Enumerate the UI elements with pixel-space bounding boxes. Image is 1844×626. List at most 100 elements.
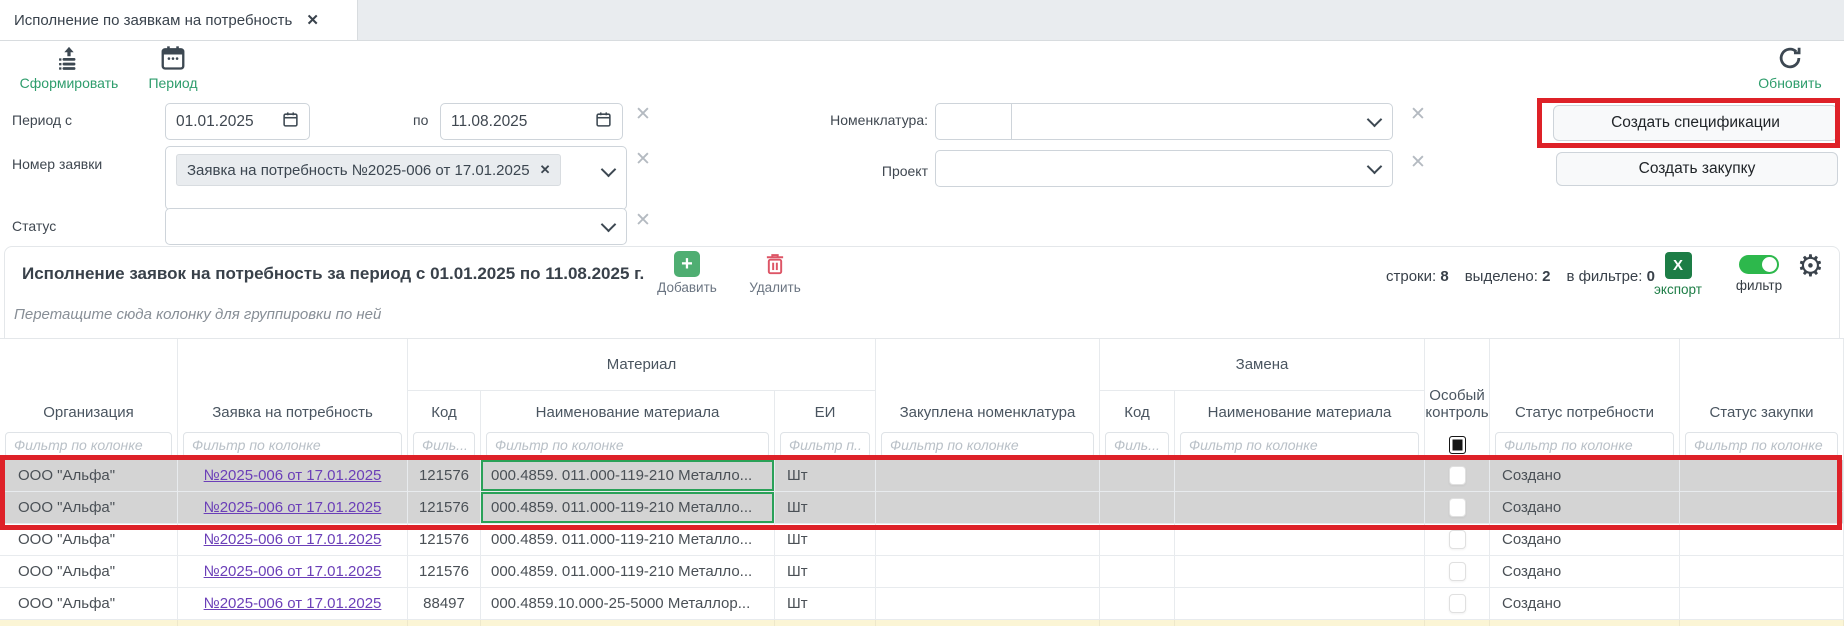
cell-org: ООО "Альфа" (0, 524, 178, 555)
request-chip[interactable]: Заявка на потребность №2025-006 от 17.01… (176, 154, 561, 186)
period-to-input[interactable]: 11.08.2025 (440, 103, 623, 140)
chevron-down-icon[interactable] (1367, 111, 1383, 127)
filter-input-purchased[interactable] (881, 432, 1094, 458)
gear-icon[interactable]: ⚙ (1797, 252, 1824, 282)
toggle-on-icon[interactable] (1739, 255, 1779, 274)
filter-input-unit[interactable] (780, 432, 870, 458)
export-button[interactable]: X экспорт (1645, 252, 1711, 297)
trash-icon (762, 251, 788, 277)
table-row-partial[interactable] (0, 620, 1844, 626)
filter-input-request[interactable] (183, 432, 402, 458)
request-chip-close-icon[interactable]: ✕ (540, 162, 551, 178)
cell-request: №2025-006 от 17.01.2025 (178, 492, 408, 523)
table-row[interactable]: ООО "Альфа" №2025-006 от 17.01.2025 1215… (0, 556, 1844, 588)
request-link[interactable]: №2025-006 от 17.01.2025 (204, 531, 382, 548)
filter-input-need-status[interactable] (1495, 432, 1674, 458)
filter-input-r-material[interactable] (1180, 432, 1419, 458)
create-purchase-button[interactable]: Создать закупку (1556, 152, 1838, 186)
tab-ispolnenie[interactable]: Исполнение по заявкам на потребность ✕ (0, 0, 358, 40)
add-label: Добавить (657, 280, 717, 295)
control-filter-checkbox[interactable] (1449, 436, 1466, 454)
cell-purchased (876, 556, 1100, 587)
table-row[interactable]: ООО "Альфа" №2025-006 от 17.01.2025 1215… (0, 524, 1844, 556)
clear-project-icon[interactable]: ✕ (1410, 153, 1426, 172)
filter-input-org[interactable] (5, 432, 172, 458)
filtered-count-label: в фильтре: (1566, 268, 1642, 285)
col-header-unit[interactable]: ЕИ (775, 391, 876, 429)
group-header-material[interactable]: Материал (408, 339, 876, 391)
col-header-need-status[interactable]: Статус потребности (1490, 339, 1680, 429)
col-header-purchase-status[interactable]: Статус закупки (1680, 339, 1844, 429)
col-header-r-code[interactable]: Код (1100, 391, 1175, 429)
col-header-control[interactable]: Особый контроль (1425, 339, 1490, 429)
calendar-icon[interactable] (282, 111, 299, 133)
refresh-icon (1776, 44, 1804, 72)
col-header-request[interactable]: Заявка на потребность (178, 339, 408, 429)
control-checkbox[interactable] (1449, 562, 1466, 581)
request-link[interactable]: №2025-006 от 17.01.2025 (204, 563, 382, 580)
col-header-r-material-name[interactable]: Наименование материала (1175, 391, 1425, 429)
nomenclature-code-subfield[interactable] (936, 104, 1012, 139)
filter-input-material[interactable] (486, 432, 769, 458)
period-from-input[interactable]: 01.01.2025 (165, 103, 310, 140)
nomenclature-select[interactable] (935, 103, 1393, 140)
request-link[interactable]: №2025-006 от 17.01.2025 (204, 499, 382, 516)
cell-purchase-status (1680, 556, 1844, 587)
period-button[interactable]: Период (118, 44, 228, 91)
chevron-down-icon[interactable] (601, 216, 617, 232)
cell-r-material (1175, 524, 1425, 555)
clear-period-icon[interactable]: ✕ (635, 105, 651, 124)
filter-toggle[interactable]: фильтр (1726, 255, 1792, 293)
calendar-icon[interactable] (595, 111, 612, 133)
filter-input-code[interactable] (413, 432, 475, 458)
filter-input-r-code[interactable] (1105, 432, 1169, 458)
filter-input-purchase-status[interactable] (1685, 432, 1838, 458)
clear-nomenclature-icon[interactable]: ✕ (1410, 105, 1426, 124)
request-number-multiselect[interactable]: Заявка на потребность №2025-006 от 17.01… (165, 146, 627, 210)
export-label: экспорт (1654, 282, 1702, 297)
tab-close-icon[interactable]: ✕ (306, 11, 319, 29)
request-link[interactable]: №2025-006 от 17.01.2025 (204, 467, 382, 484)
cell-unit: Шт (775, 556, 876, 587)
add-button[interactable]: + Добавить (645, 251, 729, 295)
cell-material: 000.4859. 011.000-119-210 Металло... (481, 524, 775, 555)
cell-r-material (1175, 556, 1425, 587)
cell-control (1425, 492, 1490, 523)
chevron-down-icon[interactable] (1367, 158, 1383, 174)
cell-r-material (1175, 460, 1425, 491)
plus-icon: + (674, 251, 700, 277)
table-row[interactable]: ООО "Альфа" №2025-006 от 17.01.2025 1215… (0, 460, 1844, 492)
col-header-code[interactable]: Код (408, 391, 481, 429)
tab-bar: Исполнение по заявкам на потребность ✕ (0, 0, 1844, 41)
request-link[interactable]: №2025-006 от 17.01.2025 (204, 595, 382, 612)
group-header-replacement[interactable]: Замена (1100, 339, 1425, 391)
period-from-label: Период с (12, 112, 72, 128)
status-select[interactable] (165, 208, 627, 245)
delete-button[interactable]: Удалить (733, 251, 817, 295)
period-label: Период (148, 75, 197, 91)
control-checkbox[interactable] (1449, 498, 1466, 517)
col-header-material-name[interactable]: Наименование материала (481, 391, 775, 429)
clear-status-icon[interactable]: ✕ (635, 211, 651, 230)
cell-need-status: Создано (1490, 524, 1680, 555)
control-checkbox[interactable] (1449, 530, 1466, 549)
create-spec-button[interactable]: Создать спецификации (1553, 105, 1838, 141)
cell-r-material (1175, 492, 1425, 523)
cell-purchase-status (1680, 588, 1844, 619)
project-select[interactable] (935, 150, 1393, 187)
chevron-down-icon[interactable] (601, 162, 617, 178)
delete-label: Удалить (749, 280, 801, 295)
control-checkbox[interactable] (1449, 466, 1466, 485)
col-header-purchased[interactable]: Закуплена номенклатура (876, 339, 1100, 429)
table-row[interactable]: ООО "Альфа" №2025-006 от 17.01.2025 1215… (0, 492, 1844, 524)
table-row[interactable]: ООО "Альфа" №2025-006 от 17.01.2025 8849… (0, 588, 1844, 620)
request-chip-label: Заявка на потребность №2025-006 от 17.01… (187, 162, 530, 179)
group-drop-zone[interactable]: Перетащите сюда колонку для группировки … (14, 306, 381, 323)
col-header-org[interactable]: Организация (0, 339, 178, 429)
clear-request-icon[interactable]: ✕ (635, 150, 651, 169)
generate-button[interactable]: Сформировать (14, 44, 124, 91)
cell-need-status: Создано (1490, 492, 1680, 523)
refresh-button[interactable]: Обновить (1735, 44, 1844, 91)
refresh-label: Обновить (1758, 75, 1821, 91)
control-checkbox[interactable] (1449, 594, 1466, 613)
